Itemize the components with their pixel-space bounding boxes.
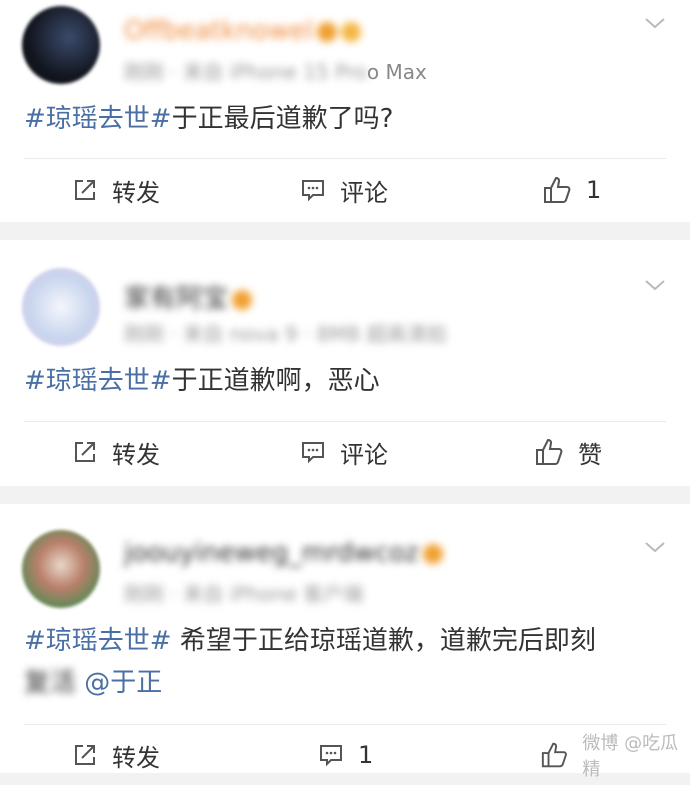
comment-icon — [302, 180, 324, 202]
username[interactable]: joouyineweg_mrdwcoz — [124, 538, 443, 568]
repost-button[interactable]: 转发 — [72, 422, 160, 482]
comment-icon — [302, 442, 324, 464]
thumbs-up-icon — [544, 176, 571, 203]
repost-button[interactable]: 转发 — [72, 725, 160, 785]
topic-link[interactable]: #琼瑶去世# — [24, 366, 172, 396]
username[interactable]: Offbeatknowel — [124, 16, 361, 46]
action-bar: 转发 评论 赞 — [0, 422, 690, 482]
chevron-down-icon[interactable] — [644, 12, 666, 34]
avatar[interactable] — [22, 268, 100, 346]
watermark: 微博 @吃瓜精 — [582, 733, 679, 780]
comment-button[interactable]: 评论 — [300, 422, 388, 482]
topic-link[interactable]: #琼瑶去世# — [24, 104, 172, 134]
repost-icon — [75, 442, 95, 462]
like-button[interactable]: 赞 — [534, 422, 602, 482]
mention-link[interactable]: @于正 — [84, 668, 162, 698]
post-card-3: joouyineweg_mrdwcoz 刚刚 · 来自 iPhone 客户端 #… — [0, 504, 690, 780]
post-content: #琼瑶去世#于正最后道歉了吗? — [24, 104, 394, 134]
thumbs-up-icon — [541, 742, 567, 768]
comment-icon — [320, 745, 342, 767]
avatar[interactable] — [22, 6, 100, 84]
post-meta: 刚刚 · 来自 iPhone 客户端 — [124, 582, 364, 606]
repost-icon — [75, 180, 95, 200]
post-content: #琼瑶去世#于正道歉啊，恶心 — [24, 366, 380, 396]
chevron-down-icon[interactable] — [644, 536, 666, 558]
post-meta: 刚刚 · 来自 iPhone 15 Proo Max — [124, 60, 427, 84]
avatar[interactable] — [22, 530, 100, 608]
like-button[interactable]: 1 — [542, 160, 601, 220]
repost-icon — [75, 745, 95, 765]
post-meta: 刚刚 · 来自 nova 9 · 8MB 超高清拍 — [124, 322, 447, 346]
action-bar: 转发 评论 1 — [0, 160, 690, 220]
comment-button[interactable]: 评论 — [300, 160, 388, 220]
repost-button[interactable]: 转发 — [72, 160, 160, 220]
post-content: #琼瑶去世# 希望于正给琼瑶道歉，道歉完后即刻 复活 @于正 — [24, 626, 596, 698]
thumbs-up-icon — [536, 438, 563, 465]
chevron-down-icon[interactable] — [644, 274, 666, 296]
divider — [24, 158, 666, 159]
post-card-1: Offbeatknowel 刚刚 · 来自 iPhone 15 Proo Max… — [0, 0, 690, 222]
topic-link[interactable]: #琼瑶去世# — [24, 626, 172, 656]
username[interactable]: 家有阿宝 — [124, 278, 253, 314]
blurred-text: 复活 — [24, 668, 77, 698]
post-card-2: 家有阿宝 刚刚 · 来自 nova 9 · 8MB 超高清拍 #琼瑶去世#于正道… — [0, 240, 690, 486]
action-bar: 转发 1 微博 @吃瓜精 — [0, 725, 690, 785]
comment-button[interactable]: 1 — [318, 725, 373, 785]
like-button[interactable]: 微博 @吃瓜精 — [540, 725, 690, 785]
